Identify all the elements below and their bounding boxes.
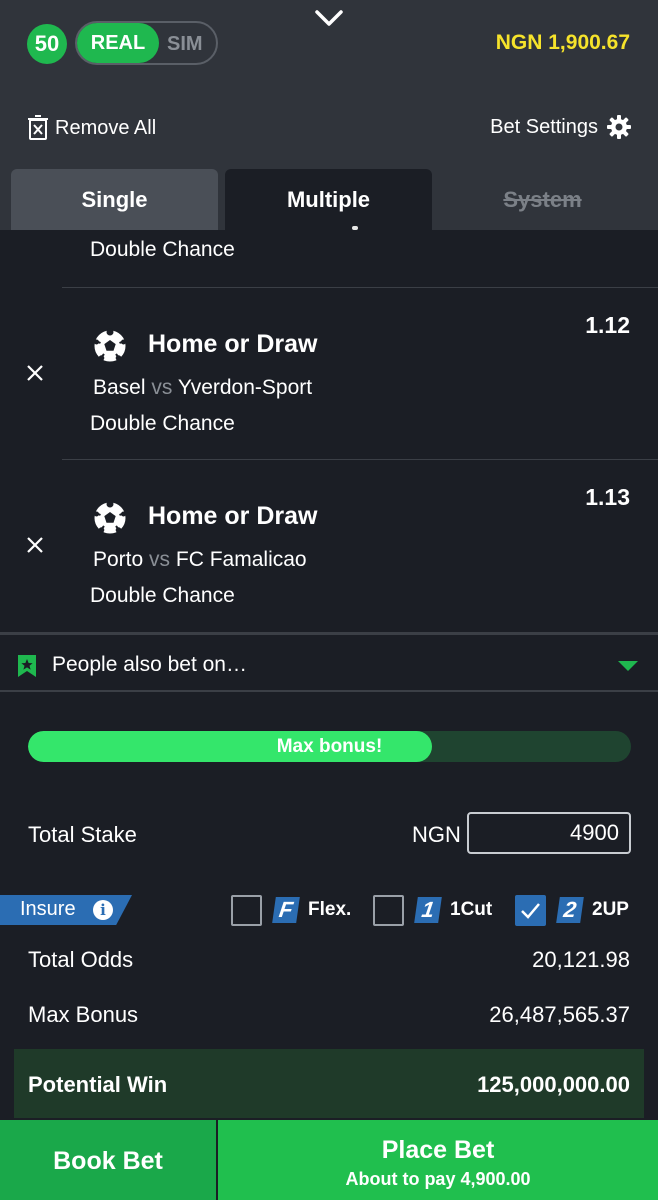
- betslip-header-panel: 50 REAL SIM NGN 1,900.67 Remove All Bet …: [0, 0, 658, 230]
- potential-win-value: 125,000,000.00: [477, 1072, 630, 1097]
- active-tab-indicator: [352, 226, 358, 230]
- trash-icon: [28, 115, 48, 140]
- people-also-bet-label: People also bet on…: [52, 653, 247, 676]
- pay-amount-note: About to pay 4,900.00: [345, 1169, 531, 1189]
- remove-selection-close-icon[interactable]: [24, 534, 46, 556]
- place-bet-label: Place Bet: [381, 1136, 495, 1164]
- potential-win-label: Potential Win: [28, 1072, 168, 1097]
- bet-settings-label: Bet Settings: [490, 115, 598, 138]
- real-mode-option[interactable]: REAL: [77, 23, 159, 63]
- collapse-chevron-icon[interactable]: [312, 4, 346, 32]
- selection-item: Home or Draw Basel vs Yverdon-Sport Doub…: [0, 288, 658, 460]
- sim-mode-option[interactable]: SIM: [167, 23, 203, 63]
- remove-all-button[interactable]: Remove All: [27, 114, 156, 142]
- total-odds-value: 20,121.98: [532, 947, 630, 972]
- max-bonus-label: Max Bonus: [28, 1002, 139, 1027]
- 1cut-icon: 1: [414, 897, 442, 923]
- expand-caret-icon[interactable]: [618, 661, 638, 671]
- tab-system[interactable]: System: [439, 169, 646, 230]
- selection-match: Basel vs Yverdon-Sport: [93, 376, 312, 400]
- bonus-progress-label: Max bonus!: [276, 736, 383, 757]
- stake-currency: NGN: [412, 822, 461, 847]
- selection-pick: Home or Draw: [148, 330, 318, 358]
- remove-selection-close-icon[interactable]: [24, 362, 46, 384]
- max-bonus-value: 26,487,565.37: [489, 1002, 630, 1027]
- real-sim-toggle[interactable]: REAL SIM: [75, 21, 218, 65]
- selection-market: Double Chance: [90, 412, 235, 435]
- account-balance: NGN 1,900.67: [495, 31, 630, 54]
- bookmark-star-icon: [18, 655, 36, 677]
- home-team: Porto: [93, 548, 144, 571]
- place-bet-button[interactable]: Place Bet About to pay 4,900.00: [218, 1120, 658, 1200]
- gear-icon: [607, 115, 631, 139]
- away-team: FC Famalicao: [175, 548, 307, 571]
- info-icon[interactable]: i: [93, 900, 113, 920]
- potential-win-row: Potential Win 125,000,000.00: [14, 1049, 644, 1118]
- insure-option-2up[interactable]: 2 2UP: [515, 894, 629, 926]
- total-odds-row: Total Odds 20,121.98: [0, 939, 658, 979]
- tab-single[interactable]: Single: [11, 169, 218, 230]
- insure-label: Insure: [20, 898, 76, 920]
- 1cut-label: 1Cut: [450, 899, 493, 920]
- total-odds-label: Total Odds: [28, 947, 134, 972]
- selection-item: Home or Draw Porto vs FC Famalicao Doubl…: [0, 460, 658, 632]
- selection-count-badge: 50: [27, 24, 67, 64]
- bet-settings-button[interactable]: Bet Settings: [490, 113, 632, 141]
- soccer-ball-icon: [93, 328, 127, 363]
- insure-option-flex[interactable]: F Flex.: [231, 894, 351, 926]
- selection-match: Porto vs FC Famalicao: [93, 548, 307, 572]
- bonus-progress-bar: Max bonus!: [28, 731, 631, 762]
- vs-separator: vs: [149, 548, 171, 571]
- away-team: Yverdon-Sport: [177, 376, 313, 399]
- partial-selection-market: Double Chance: [90, 238, 235, 261]
- flex-icon: F: [272, 897, 300, 923]
- remove-all-label: Remove All: [55, 116, 157, 139]
- home-team: Basel: [93, 376, 146, 399]
- vs-separator: vs: [151, 376, 173, 399]
- 2up-checkbox[interactable]: [515, 894, 546, 926]
- book-bet-button[interactable]: Book Bet: [0, 1120, 216, 1200]
- checkmark-icon: [521, 902, 540, 919]
- max-bonus-row: Max Bonus 26,487,565.37: [0, 994, 658, 1034]
- selection-pick: Home or Draw: [148, 502, 318, 530]
- total-stake-label: Total Stake: [28, 822, 137, 847]
- selection-odds: 1.13: [585, 484, 630, 510]
- 1cut-checkbox[interactable]: [373, 894, 404, 926]
- flex-label: Flex.: [308, 899, 352, 920]
- selection-market: Double Chance: [90, 584, 235, 607]
- tab-multiple[interactable]: Multiple: [225, 169, 432, 230]
- 2up-label: 2UP: [592, 899, 629, 920]
- soccer-ball-icon: [93, 500, 127, 535]
- insure-badge[interactable]: Insure i: [0, 895, 132, 925]
- flex-checkbox[interactable]: [231, 894, 262, 926]
- insure-option-1cut[interactable]: 1 1Cut: [373, 894, 492, 926]
- 2up-icon: 2: [556, 897, 584, 923]
- selection-odds: 1.12: [585, 312, 630, 338]
- people-also-bet-on-row[interactable]: People also bet on…: [0, 632, 658, 692]
- total-stake-input[interactable]: [467, 812, 631, 854]
